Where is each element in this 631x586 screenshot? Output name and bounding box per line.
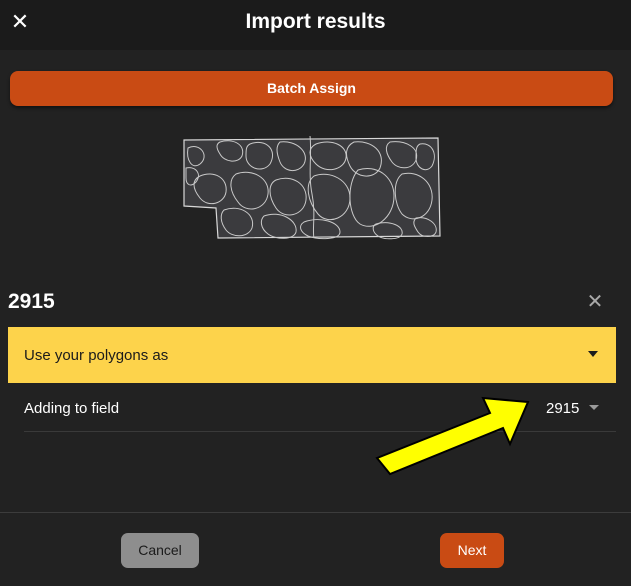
page-title: Import results	[245, 10, 386, 33]
batch-assign-button[interactable]: Batch Assign	[10, 71, 613, 106]
caret-down-icon	[588, 351, 598, 357]
footer-divider	[0, 512, 631, 513]
top-bar: ✕ Import results	[0, 0, 631, 50]
field-select[interactable]: 2915	[546, 400, 579, 417]
close-icon[interactable]: ✕	[583, 290, 607, 314]
field-name-heading: 2915	[8, 290, 55, 313]
annotation-arrow-icon	[375, 396, 530, 476]
dropdown-label: Use your polygons as	[24, 347, 169, 364]
adding-to-field-label: Adding to field	[24, 400, 120, 417]
caret-down-icon[interactable]	[589, 405, 599, 410]
polygons-usage-dropdown[interactable]: Use your polygons as	[8, 327, 616, 383]
cancel-button[interactable]: Cancel	[121, 533, 199, 568]
field-polygon-preview	[183, 135, 441, 240]
next-button[interactable]: Next	[440, 533, 504, 568]
